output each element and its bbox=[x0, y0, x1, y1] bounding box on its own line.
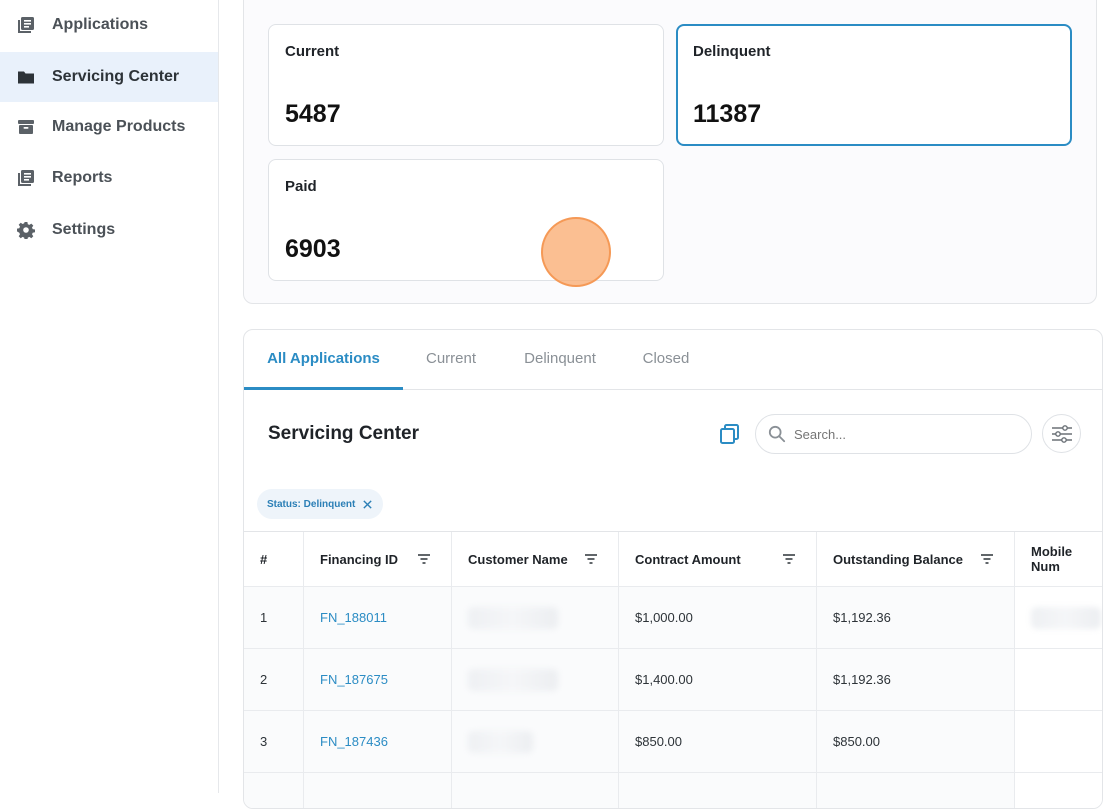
sidebar-item-applications[interactable]: Applications bbox=[0, 0, 218, 50]
sidebar-item-label: Reports bbox=[52, 169, 113, 186]
outstanding-balance-cell: $850.00 bbox=[817, 711, 1015, 772]
mobile-number-cell bbox=[1015, 711, 1102, 772]
column-header-label: Contract Amount bbox=[635, 551, 741, 567]
filter-settings-button[interactable] bbox=[1042, 414, 1081, 453]
sidebar-item-label: Manage Products bbox=[52, 118, 186, 135]
contract-amount-cell bbox=[619, 773, 817, 808]
filter-lines-icon[interactable] bbox=[584, 553, 598, 565]
redacted-mobile-number bbox=[1031, 606, 1101, 629]
column-header-label: Financing ID bbox=[320, 551, 398, 567]
row-index bbox=[244, 773, 304, 808]
sidebar-item-servicing-center[interactable]: Servicing Center bbox=[0, 52, 218, 102]
sidebar-item-label: Settings bbox=[52, 221, 116, 238]
contract-amount-cell: $1,400.00 bbox=[619, 649, 817, 710]
column-header-customer-name[interactable]: Customer Name bbox=[452, 532, 619, 586]
mobile-number-cell bbox=[1015, 773, 1102, 808]
table-row[interactable]: 3 FN_187436 $850.00 $850.00 bbox=[244, 711, 1102, 773]
contract-amount-cell: $850.00 bbox=[619, 711, 817, 772]
column-header-outstanding-balance[interactable]: Outstanding Balance bbox=[817, 532, 1015, 586]
filter-lines-icon[interactable] bbox=[782, 553, 796, 565]
click-indicator bbox=[541, 217, 611, 287]
document-stack-icon bbox=[16, 15, 36, 35]
page-title: Servicing Center bbox=[268, 423, 419, 444]
column-header-financing-id[interactable]: Financing ID bbox=[304, 532, 452, 586]
copy-button[interactable] bbox=[718, 422, 742, 446]
sidebar-item-label: Applications bbox=[52, 16, 149, 33]
tab-delinquent[interactable]: Delinquent bbox=[512, 330, 608, 390]
filter-lines-icon[interactable] bbox=[980, 553, 994, 565]
financing-id-link[interactable]: FN_187675 bbox=[304, 649, 452, 710]
column-header-label: Outstanding Balance bbox=[833, 551, 964, 567]
financing-id-link[interactable] bbox=[304, 773, 452, 808]
stat-value: 11387 bbox=[693, 100, 762, 128]
gear-icon bbox=[16, 220, 36, 240]
filter-chip-label: Status: Delinquent bbox=[267, 498, 356, 510]
search-box[interactable] bbox=[755, 414, 1032, 454]
close-icon[interactable] bbox=[362, 499, 373, 510]
customer-name-cell bbox=[452, 649, 619, 710]
column-header-label: Customer Name bbox=[468, 551, 568, 567]
row-index: 1 bbox=[244, 587, 304, 648]
outstanding-balance-cell: $1,192.36 bbox=[817, 649, 1015, 710]
column-header-mobile-number[interactable]: Mobile Num bbox=[1015, 532, 1102, 586]
search-input[interactable] bbox=[794, 426, 1004, 442]
financing-id-text[interactable]: FN_187436 bbox=[320, 734, 388, 749]
sidebar-item-reports[interactable]: Reports bbox=[0, 153, 218, 203]
tab-current[interactable]: Current bbox=[415, 330, 487, 390]
table-panel: All Applications Current Delinquent Clos… bbox=[243, 329, 1103, 809]
column-header-index: # bbox=[244, 532, 304, 586]
mobile-number-cell bbox=[1015, 649, 1102, 710]
sidebar-item-manage-products[interactable]: Manage Products bbox=[0, 102, 218, 152]
sidebar: Applications Servicing Center Manage Pro… bbox=[0, 0, 219, 793]
tab-closed[interactable]: Closed bbox=[634, 330, 698, 390]
filter-lines-icon[interactable] bbox=[417, 553, 431, 565]
customer-name-cell bbox=[452, 711, 619, 772]
financing-id-text[interactable]: FN_188011 bbox=[320, 610, 387, 625]
table-row[interactable]: 1 FN_188011 $1,000.00 $1,192.36 bbox=[244, 587, 1102, 649]
row-index: 3 bbox=[244, 711, 304, 772]
folder-icon bbox=[16, 67, 36, 87]
redacted-customer-name bbox=[468, 606, 558, 629]
stats-panel: Current 5487 Delinquent 11387 Paid 6903 bbox=[243, 0, 1097, 304]
sidebar-item-settings[interactable]: Settings bbox=[0, 205, 218, 255]
row-index: 2 bbox=[244, 649, 304, 710]
financing-id-text[interactable]: FN_187675 bbox=[320, 672, 388, 687]
archive-icon bbox=[16, 117, 36, 137]
stat-value: 6903 bbox=[285, 235, 341, 263]
tab-bar: All Applications Current Delinquent Clos… bbox=[244, 330, 1102, 390]
filter-chip: Status: Delinquent bbox=[257, 489, 384, 519]
table-row[interactable]: 2 FN_187675 $1,400.00 $1,192.36 bbox=[244, 649, 1102, 711]
main-content: Current 5487 Delinquent 11387 Paid 6903 … bbox=[220, 0, 1120, 809]
outstanding-balance-cell: $1,192.36 bbox=[817, 587, 1015, 648]
search-icon bbox=[768, 425, 786, 443]
stat-card-delinquent[interactable]: Delinquent 11387 bbox=[676, 24, 1072, 146]
contract-amount-cell: $1,000.00 bbox=[619, 587, 817, 648]
redacted-customer-name bbox=[468, 730, 533, 753]
financing-id-link[interactable]: FN_188011 bbox=[304, 587, 452, 648]
table-header-row: # Financing ID Customer Name Contract Am… bbox=[244, 531, 1102, 587]
customer-name-cell bbox=[452, 587, 619, 648]
outstanding-balance-cell bbox=[817, 773, 1015, 808]
redacted-customer-name bbox=[468, 668, 558, 691]
customer-name-cell bbox=[452, 773, 619, 808]
table-row[interactable] bbox=[244, 773, 1102, 808]
tab-all-applications[interactable]: All Applications bbox=[244, 330, 403, 390]
sliders-icon bbox=[1051, 424, 1072, 443]
financing-id-link[interactable]: FN_187436 bbox=[304, 711, 452, 772]
column-header-contract-amount[interactable]: Contract Amount bbox=[619, 532, 817, 586]
copy-icon bbox=[720, 424, 739, 444]
stat-label: Delinquent bbox=[693, 43, 771, 60]
stat-label: Paid bbox=[285, 178, 317, 195]
stat-card-current[interactable]: Current 5487 bbox=[268, 24, 664, 146]
stat-value: 5487 bbox=[285, 100, 341, 128]
sidebar-item-label: Servicing Center bbox=[52, 68, 180, 85]
document-stack-icon bbox=[16, 168, 36, 188]
stat-label: Current bbox=[285, 43, 340, 60]
mobile-number-cell bbox=[1015, 587, 1102, 648]
